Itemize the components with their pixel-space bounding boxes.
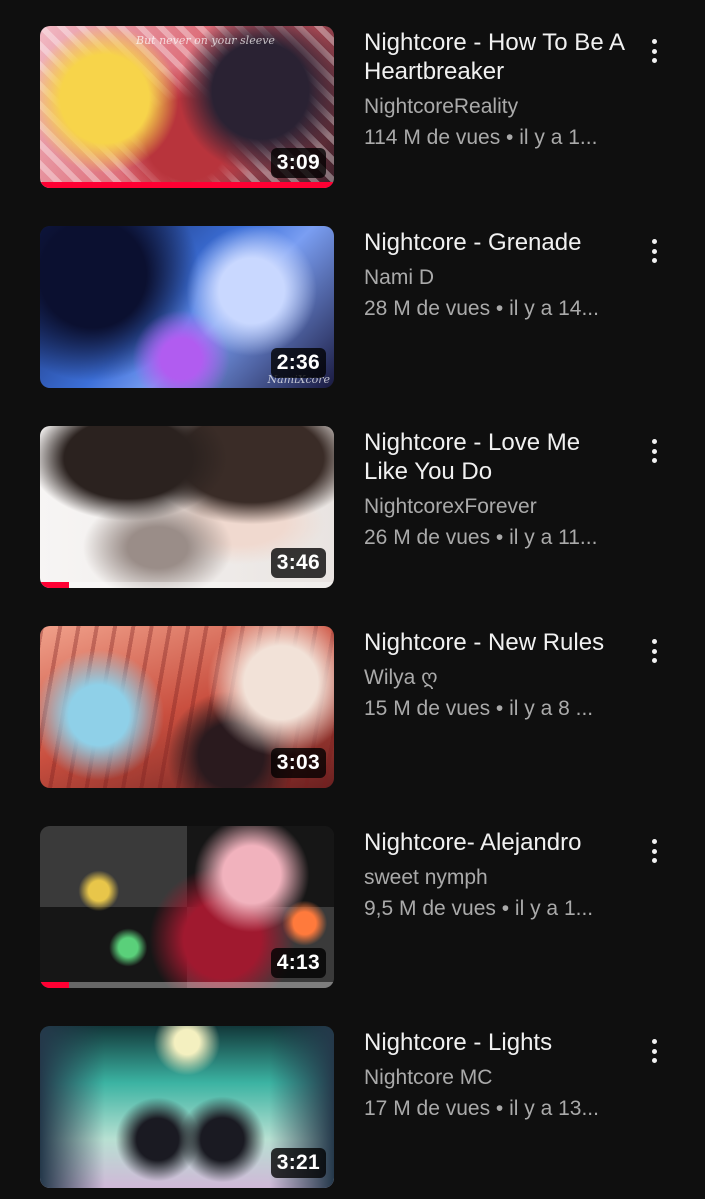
duration-badge: 4:13	[270, 948, 326, 978]
video-meta[interactable]: Nightcore - New Rules Wilya ღ 15 M de vu…	[364, 626, 626, 722]
watch-progress-track	[40, 982, 334, 988]
more-options-icon[interactable]	[640, 636, 668, 666]
video-item[interactable]: 3:46 Nightcore - Love Me Like You Do Nig…	[0, 426, 705, 590]
watch-progress-fill	[40, 982, 70, 988]
watch-progress-track	[40, 182, 334, 188]
video-title[interactable]: Nightcore- Alejandro	[364, 828, 626, 857]
video-title[interactable]: Nightcore - How To Be A Heartbreaker	[364, 28, 626, 86]
channel-name[interactable]: sweet nymph	[364, 864, 626, 891]
channel-name[interactable]: NightcorexForever	[364, 493, 626, 520]
video-item[interactable]: 4:13 Nightcore- Alejandro sweet nymph 9,…	[0, 826, 705, 990]
watch-progress-track	[40, 582, 334, 588]
video-item[interactable]: NamiXcore 2:36 Nightcore - Grenade Nami …	[0, 226, 705, 390]
video-item[interactable]: 3:21 Nightcore - Lights Nightcore MC 17 …	[0, 1026, 705, 1190]
more-options-icon[interactable]	[640, 1036, 668, 1066]
video-stats: 9,5 M de vues • il y a 1...	[364, 897, 594, 920]
video-thumbnail[interactable]: But never on your sleeve 3:09	[40, 26, 334, 188]
video-stats: 15 M de vues • il y a 8 ...	[364, 697, 594, 720]
duration-badge: 3:21	[270, 1148, 326, 1178]
video-stats: 26 M de vues • il y a 11...	[364, 526, 598, 549]
video-thumbnail[interactable]: 3:21	[40, 1026, 334, 1188]
channel-name[interactable]: Nami D	[364, 264, 626, 291]
duration-badge: 3:46	[270, 548, 326, 578]
duration-badge: 2:36	[270, 348, 326, 378]
video-item[interactable]: But never on your sleeve 3:09 Nightcore …	[0, 26, 705, 190]
video-item[interactable]: 3:03 Nightcore - New Rules Wilya ღ 15 M …	[0, 626, 705, 790]
video-thumbnail[interactable]: 3:46	[40, 426, 334, 588]
watch-progress-fill	[40, 182, 334, 188]
more-options-icon[interactable]	[640, 36, 668, 66]
channel-name[interactable]: NightcoreReality	[364, 93, 626, 120]
video-stats: 17 M de vues • il y a 13...	[364, 1097, 599, 1120]
thumbnail-caption: But never on your sleeve	[136, 34, 275, 47]
video-stats: 114 M de vues • il y a 1...	[364, 126, 598, 149]
more-options-icon[interactable]	[640, 836, 668, 866]
more-options-icon[interactable]	[640, 236, 668, 266]
video-title[interactable]: Nightcore - New Rules	[364, 628, 626, 657]
video-thumbnail[interactable]: 3:03	[40, 626, 334, 788]
watch-progress-fill	[40, 582, 70, 588]
video-stats: 28 M de vues • il y a 14...	[364, 297, 599, 320]
video-title[interactable]: Nightcore - Grenade	[364, 228, 626, 257]
video-meta[interactable]: Nightcore - How To Be A Heartbreaker Nig…	[364, 26, 626, 151]
video-meta[interactable]: Nightcore - Grenade Nami D 28 M de vues …	[364, 226, 626, 322]
video-title[interactable]: Nightcore - Love Me Like You Do	[364, 428, 626, 486]
video-meta[interactable]: Nightcore - Love Me Like You Do Nightcor…	[364, 426, 626, 551]
video-meta[interactable]: Nightcore- Alejandro sweet nymph 9,5 M d…	[364, 826, 626, 922]
duration-badge: 3:03	[270, 748, 326, 778]
duration-badge: 3:09	[270, 148, 326, 178]
video-title[interactable]: Nightcore - Lights	[364, 1028, 626, 1057]
video-thumbnail[interactable]: 4:13	[40, 826, 334, 988]
channel-name[interactable]: Nightcore MC	[364, 1064, 626, 1091]
video-meta[interactable]: Nightcore - Lights Nightcore MC 17 M de …	[364, 1026, 626, 1122]
channel-name[interactable]: Wilya ღ	[364, 664, 626, 691]
more-options-icon[interactable]	[640, 436, 668, 466]
video-thumbnail[interactable]: NamiXcore 2:36	[40, 226, 334, 388]
